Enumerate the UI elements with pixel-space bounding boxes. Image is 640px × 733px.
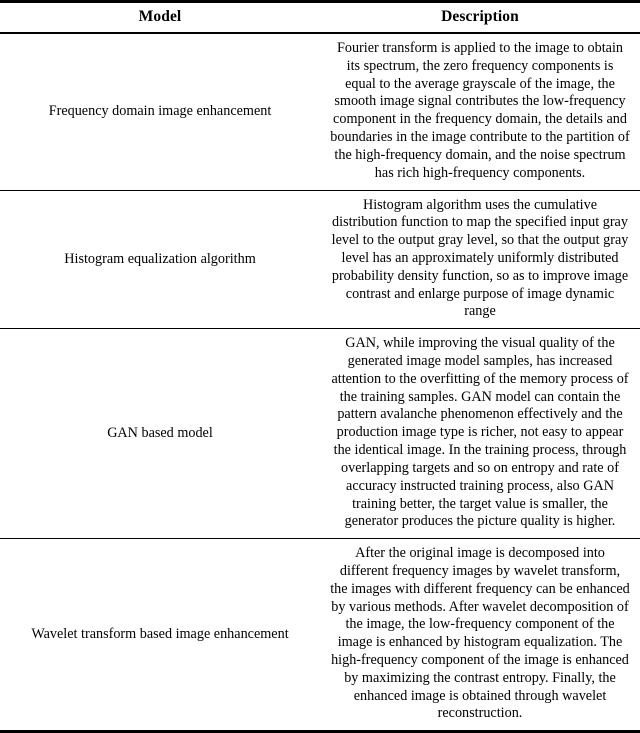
table-row: Histogram equalization algorithm Histogr… [0,190,640,329]
model-description-text: Histogram algorithm uses the cumulative … [331,196,629,320]
model-description-text: Fourier transform is applied to the imag… [330,40,630,181]
table-row: Wavelet transform based image enhancemen… [0,539,640,732]
cell-model-name: GAN based model [0,329,320,539]
table-body: Frequency domain image enhancement Fouri… [0,33,640,732]
table-row: GAN based model GAN, while improving the… [0,329,640,539]
column-header-description: Description [441,8,519,25]
cell-model-name: Histogram equalization algorithm [0,190,320,329]
table-header-row: Model Description [0,1,640,33]
model-name-text: Histogram equalization algorithm [64,250,256,267]
cell-model-description: GAN, while improving the visual quality … [320,329,640,539]
cell-model-description: Histogram algorithm uses the cumulative … [320,190,640,329]
table-header: Model Description [0,1,640,33]
table-container: Model Description Frequency domain image… [0,0,640,732]
model-description-text: After the original image is decomposed i… [330,545,630,722]
model-description-text: GAN, while improving the visual quality … [331,335,629,530]
model-name-text: GAN based model [107,424,213,441]
cell-model-description: Fourier transform is applied to the imag… [320,33,640,190]
cell-model-name: Wavelet transform based image enhancemen… [0,539,320,732]
cell-model-name: Frequency domain image enhancement [0,33,320,190]
model-name-text: Frequency domain image enhancement [48,102,272,119]
model-description-table: Model Description Frequency domain image… [0,0,640,733]
cell-model-description: After the original image is decomposed i… [320,539,640,732]
column-header-model: Model [138,8,182,25]
table-row: Frequency domain image enhancement Fouri… [0,33,640,190]
model-name-text: Wavelet transform based image enhancemen… [31,625,289,642]
